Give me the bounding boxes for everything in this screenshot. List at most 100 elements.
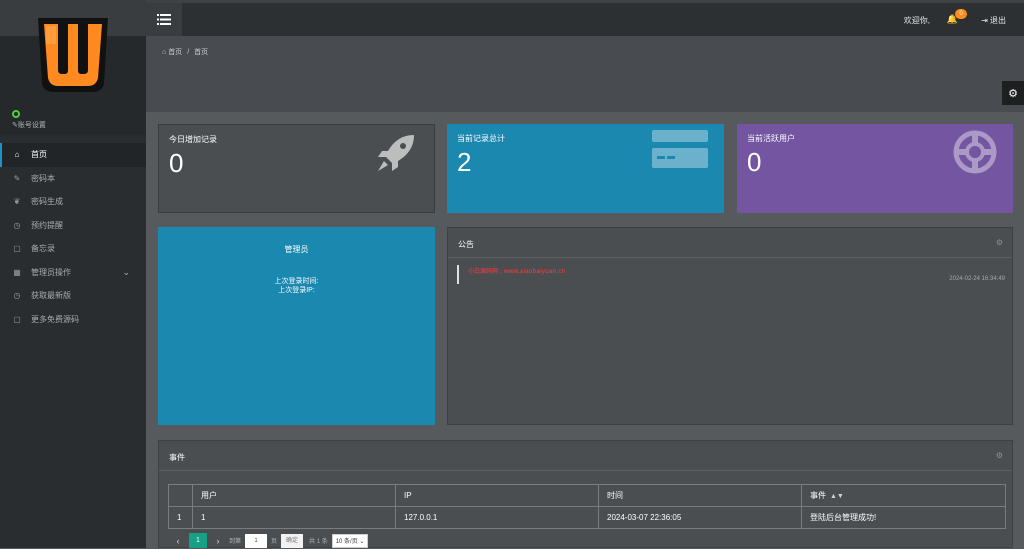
account-settings-link[interactable]: ✎账号设置 (12, 120, 46, 130)
sidebar-item-password-generator[interactable]: ❦ 密码生成 (0, 190, 146, 214)
goto-label: 到第 (229, 539, 242, 545)
table-row[interactable]: 1 1 127.0.0.1 2024-03-07 22:36:05 登陆后台管理… (168, 506, 1006, 529)
total-count: 共 1 条 (309, 539, 328, 545)
sidebar-item-label: 密码本 (31, 173, 55, 183)
menu-toggle-button[interactable] (146, 3, 182, 36)
stat-label: 当前活跃用户 (747, 134, 795, 143)
credit-card-icon (652, 130, 708, 168)
top-bar: 欢迎你, 🔔 0 ⇥ 退出 (146, 0, 1024, 36)
chevron-down-icon: ⌄ (122, 266, 130, 277)
notice-title: 公告 (458, 240, 474, 249)
stat-card-active: 当前活跃用户 0 (737, 124, 1013, 213)
page-header: ⌂ 首页 / 首页 ⚙ (146, 36, 1024, 112)
table-cell: 登陆后台管理成功! (801, 506, 1006, 529)
stat-value: 0 (169, 148, 184, 178)
lifebuoy-icon (953, 130, 997, 174)
logo (38, 18, 108, 92)
sidebar-menu: ⌂ 首页 ✎ 密码本 ❦ 密码生成 ◷ 预约提醒 ▢ 备忘录 ▦ 管理员操作 ⌄… (0, 143, 146, 331)
sidebar-item-more-source[interactable]: ▢ 更多免费源码 (0, 308, 146, 332)
sidebar-item-label: 获取最新版 (31, 291, 71, 301)
sidebar-item-reminder[interactable]: ◷ 预约提醒 (0, 214, 146, 238)
sidebar-item-label: 管理员操作 (31, 267, 71, 277)
gear-icon: ⚙ (1008, 87, 1018, 100)
chevron-down-icon: ⌄ (359, 538, 365, 545)
sidebar-item-label: 密码生成 (31, 197, 63, 207)
grid-icon: ▦ (13, 267, 21, 277)
sidebar-item-label: 备忘录 (31, 244, 55, 254)
notice-panel: 公告 ⚙ 小白源码网 : www.xiaobaiyuan.cn 2024-02-… (447, 227, 1013, 425)
events-table: 用户 IP 时间 事件 ▲▼ 1 1 127.0.0.1 2024-03-07 2… (168, 484, 1006, 529)
next-page-button[interactable]: › (211, 536, 225, 546)
sidebar-item-label: 预约提醒 (31, 220, 63, 230)
column-header-index (168, 484, 193, 507)
clock-icon: ◷ (13, 220, 21, 230)
sidebar: ✎账号设置 ⌂ 首页 ✎ 密码本 ❦ 密码生成 ◷ 预约提醒 ▢ 备忘录 ▦ 管… (0, 0, 146, 548)
goto-page-input[interactable]: 1 (245, 533, 268, 548)
home-icon: ⌂ (14, 150, 20, 160)
gear-icon[interactable]: ⚙ (996, 238, 1003, 247)
note-icon: ▢ (13, 244, 21, 254)
column-header-user[interactable]: 用户 (192, 484, 396, 507)
stat-label: 今日增加记录 (169, 135, 217, 144)
notification-badge: 0 (955, 9, 967, 19)
list-icon (157, 14, 171, 25)
gear-icon[interactable]: ⚙ (996, 451, 1003, 460)
table-header-row: 用户 IP 时间 事件 ▲▼ (168, 484, 1006, 507)
table-cell: 1 (168, 506, 193, 529)
logout-icon: ⇥ (981, 16, 990, 25)
stat-value: 0 (747, 147, 762, 177)
logo-area (0, 0, 146, 135)
prev-page-button[interactable]: ‹ (171, 536, 185, 546)
sort-icon[interactable]: ▲▼ (830, 493, 844, 500)
column-header-event[interactable]: 事件 ▲▼ (801, 484, 1006, 507)
settings-gear-button[interactable]: ⚙ (1002, 81, 1024, 105)
sidebar-item-admin-ops[interactable]: ▦ 管理员操作 ⌄ (0, 261, 146, 285)
account-settings-label: 账号设置 (17, 122, 46, 129)
column-header-time[interactable]: 时间 (598, 484, 802, 507)
sidebar-item-label: 首页 (31, 150, 47, 160)
sidebar-item-label: 更多免费源码 (31, 314, 79, 324)
column-header-event-label: 事件 (810, 491, 826, 500)
page-size-select[interactable]: 10 条/页 ⌄ (331, 533, 369, 548)
last-login-ip-label: 上次登录IP: (278, 287, 315, 294)
table-cell: 2024-03-07 22:36:05 (598, 506, 802, 529)
table-cell: 127.0.0.1 (395, 506, 599, 529)
pagination: ‹ 1 › 到第 1 页 确定 共 1 条 10 条/页 ⌄ (171, 533, 369, 548)
notice-header: 公告 ⚙ (448, 228, 1012, 258)
logout-button[interactable]: ⇥ 退出 (981, 15, 1006, 26)
rocket-icon (378, 135, 414, 171)
notice-item-text: 小白源码网 : www.xiaobaiyuan.cn (468, 268, 566, 275)
sidebar-item-password-book[interactable]: ✎ 密码本 (0, 167, 146, 191)
online-status-icon (12, 110, 20, 118)
notice-item-date: 2024-02-24 16:34:49 (949, 276, 1005, 282)
sidebar-item-home[interactable]: ⌂ 首页 (0, 143, 146, 167)
page-size-value: 10 条/页 (335, 538, 358, 545)
breadcrumb: ⌂ 首页 / 首页 (162, 47, 208, 57)
current-page-button[interactable]: 1 (189, 533, 207, 548)
leaf-icon: ❦ (13, 197, 21, 207)
breadcrumb-home-link[interactable]: ⌂ 首页 (162, 49, 182, 56)
events-panel: 事件 ⚙ 用户 IP 时间 事件 ▲▼ 1 1 127.0.0.1 2024-03… (158, 440, 1013, 548)
events-header: 事件 ⚙ (159, 441, 1012, 471)
breadcrumb-current: 首页 (194, 49, 209, 56)
edit-icon: ✎ (13, 173, 21, 183)
breadcrumb-separator: / (187, 49, 190, 56)
column-header-ip[interactable]: IP (395, 484, 599, 507)
breadcrumb-home-label: 首页 (168, 49, 183, 56)
stat-card-total: 当前记录总计 2 (447, 124, 724, 213)
notice-item[interactable]: 小白源码网 : www.xiaobaiyuan.cn 2024-02-24 16… (457, 265, 1005, 284)
stat-card-today: 今日增加记录 0 (158, 124, 435, 213)
stat-label: 当前记录总计 (457, 134, 505, 143)
table-cell: 1 (192, 506, 396, 529)
page-unit-label: 页 (271, 539, 278, 545)
welcome-text: 欢迎你, (903, 16, 930, 25)
sidebar-item-memo[interactable]: ▢ 备忘录 (0, 237, 146, 261)
goto-confirm-button[interactable]: 确定 (281, 533, 304, 548)
note-icon: ▢ (13, 314, 21, 324)
stat-value: 2 (457, 147, 472, 177)
logout-label: 退出 (990, 16, 1006, 25)
admin-title: 管理员 (284, 245, 309, 254)
sidebar-item-latest-version[interactable]: ◷ 获取最新版 (0, 284, 146, 308)
clock-icon: ◷ (13, 291, 21, 301)
events-title: 事件 (169, 453, 185, 462)
